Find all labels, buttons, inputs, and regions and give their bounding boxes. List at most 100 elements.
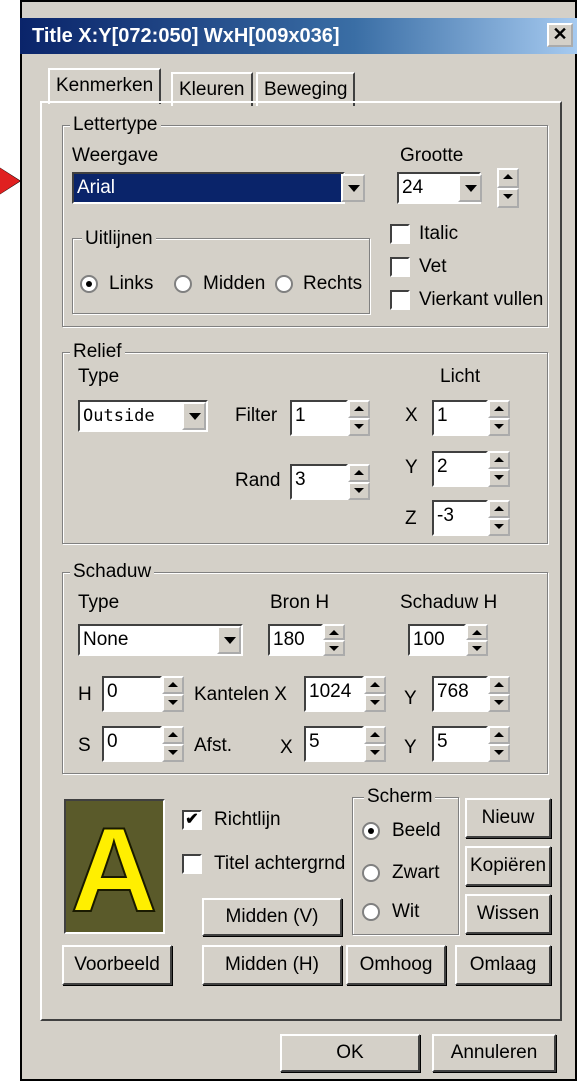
- schaduw-h-spinner[interactable]: [466, 624, 488, 656]
- richtlijn-checkbox[interactable]: ✔: [182, 810, 202, 830]
- bron-h-input[interactable]: 180: [268, 624, 323, 656]
- radio-rechts-label: Rechts: [303, 273, 363, 294]
- licht-x-input[interactable]: 1: [432, 400, 488, 436]
- spin-up-icon[interactable]: [488, 676, 510, 694]
- spin-down-icon[interactable]: [162, 694, 184, 712]
- spin-down-icon[interactable]: [364, 694, 386, 712]
- midden-h-button[interactable]: Midden (H): [202, 945, 342, 985]
- font-select[interactable]: Arial: [72, 172, 345, 204]
- font-dropdown-icon[interactable]: [341, 174, 365, 202]
- radio-wit-label: Wit: [392, 901, 420, 922]
- spin-down-icon[interactable]: [497, 188, 519, 208]
- spin-up-icon[interactable]: [364, 676, 386, 694]
- spin-up-icon[interactable]: [348, 464, 370, 482]
- richtlijn-label: Richtlijn: [214, 809, 281, 830]
- italic-checkbox[interactable]: [390, 224, 410, 244]
- spin-down-icon[interactable]: [488, 518, 510, 536]
- spin-up-icon[interactable]: [162, 676, 184, 694]
- afst-y-spinner[interactable]: [488, 726, 510, 762]
- radio-rechts[interactable]: [275, 275, 293, 293]
- spin-up-icon[interactable]: [488, 500, 510, 518]
- licht-z-input[interactable]: -3: [432, 500, 488, 536]
- s-spinner[interactable]: [162, 726, 184, 762]
- licht-y-spinner[interactable]: [488, 451, 510, 487]
- licht-x-label: X: [405, 405, 418, 426]
- licht-y-input[interactable]: 2: [432, 451, 488, 487]
- kantelen-x-input[interactable]: 1024: [304, 676, 364, 712]
- midden-v-button[interactable]: Midden (V): [202, 898, 342, 936]
- titel-achtergrnd-checkbox[interactable]: [182, 854, 202, 874]
- radio-zwart[interactable]: [362, 864, 380, 882]
- wissen-button[interactable]: Wissen: [465, 894, 551, 934]
- afst-x-spinner[interactable]: [364, 726, 386, 762]
- spin-down-icon[interactable]: [488, 694, 510, 712]
- pointer-arrow-icon: [0, 167, 21, 195]
- kantelen-y-label: Y: [404, 688, 417, 709]
- spin-down-icon[interactable]: [488, 418, 510, 436]
- h-spinner[interactable]: [162, 676, 184, 712]
- s-label: S: [78, 735, 91, 756]
- relief-type-dropdown-icon[interactable]: [182, 402, 206, 430]
- spin-up-icon[interactable]: [348, 400, 370, 418]
- close-icon: ✕: [552, 24, 568, 44]
- vet-checkbox[interactable]: [390, 257, 410, 277]
- omhoog-button[interactable]: Omhoog: [346, 945, 446, 985]
- licht-z-label: Z: [405, 508, 417, 529]
- kopieren-button[interactable]: Kopiëren: [465, 846, 551, 886]
- s-input[interactable]: 0: [102, 726, 162, 762]
- licht-x-spinner[interactable]: [488, 400, 510, 436]
- relief-legend: Relief: [70, 341, 125, 363]
- h-input[interactable]: 0: [102, 676, 162, 712]
- bron-h-spinner[interactable]: [323, 624, 345, 656]
- filter-spinner[interactable]: [348, 400, 370, 436]
- spin-down-icon[interactable]: [348, 418, 370, 436]
- spin-up-icon[interactable]: [488, 400, 510, 418]
- kantelen-x-spinner[interactable]: [364, 676, 386, 712]
- preview-box: A: [64, 799, 165, 938]
- kantelen-y-input[interactable]: 768: [432, 676, 488, 712]
- spin-up-icon[interactable]: [162, 726, 184, 744]
- spin-up-icon[interactable]: [488, 726, 510, 744]
- kantelen-y-spinner[interactable]: [488, 676, 510, 712]
- schaduw-type-dropdown-icon[interactable]: [217, 626, 241, 654]
- bron-h-label: Bron H: [270, 592, 330, 613]
- nieuw-button[interactable]: Nieuw: [465, 798, 551, 838]
- size-dropdown-icon[interactable]: [458, 174, 482, 202]
- schaduw-h-label: Schaduw H: [400, 592, 498, 613]
- afst-x-input[interactable]: 5: [304, 726, 364, 762]
- radio-beeld[interactable]: [362, 822, 380, 840]
- spin-up-icon[interactable]: [364, 726, 386, 744]
- afst-y-input[interactable]: 5: [432, 726, 488, 762]
- rand-input[interactable]: 3: [290, 464, 348, 500]
- radio-links[interactable]: [80, 275, 98, 293]
- italic-label: Italic: [419, 223, 459, 244]
- spin-up-icon[interactable]: [466, 624, 488, 640]
- vierkant-label: Vierkant vullen: [419, 289, 544, 310]
- omlaag-button[interactable]: Omlaag: [455, 945, 551, 985]
- spin-down-icon[interactable]: [488, 744, 510, 762]
- vierkant-checkbox[interactable]: [390, 290, 410, 310]
- voorbeeld-button[interactable]: Voorbeeld: [62, 945, 172, 985]
- spin-down-icon[interactable]: [466, 640, 488, 656]
- spin-up-icon[interactable]: [323, 624, 345, 640]
- spin-down-icon[interactable]: [488, 469, 510, 487]
- spin-up-icon[interactable]: [488, 451, 510, 469]
- spin-down-icon[interactable]: [348, 482, 370, 500]
- radio-wit[interactable]: [362, 903, 380, 921]
- window-title: Title X:Y[072:050] WxH[009x036]: [32, 25, 340, 47]
- preview-letter-icon: A: [70, 802, 159, 938]
- rand-spinner[interactable]: [348, 464, 370, 500]
- schaduw-h-input[interactable]: 100: [408, 624, 466, 656]
- tab-kenmerken[interactable]: Kenmerken: [48, 68, 162, 104]
- spin-up-icon[interactable]: [497, 168, 519, 188]
- ok-button[interactable]: OK: [280, 1034, 420, 1072]
- spin-down-icon[interactable]: [162, 744, 184, 762]
- licht-z-spinner[interactable]: [488, 500, 510, 536]
- close-button[interactable]: ✕: [547, 23, 573, 47]
- radio-midden[interactable]: [174, 275, 192, 293]
- size-spinner[interactable]: [497, 168, 519, 208]
- spin-down-icon[interactable]: [323, 640, 345, 656]
- spin-down-icon[interactable]: [364, 744, 386, 762]
- annuleren-button[interactable]: Annuleren: [432, 1034, 556, 1072]
- filter-input[interactable]: 1: [290, 400, 348, 436]
